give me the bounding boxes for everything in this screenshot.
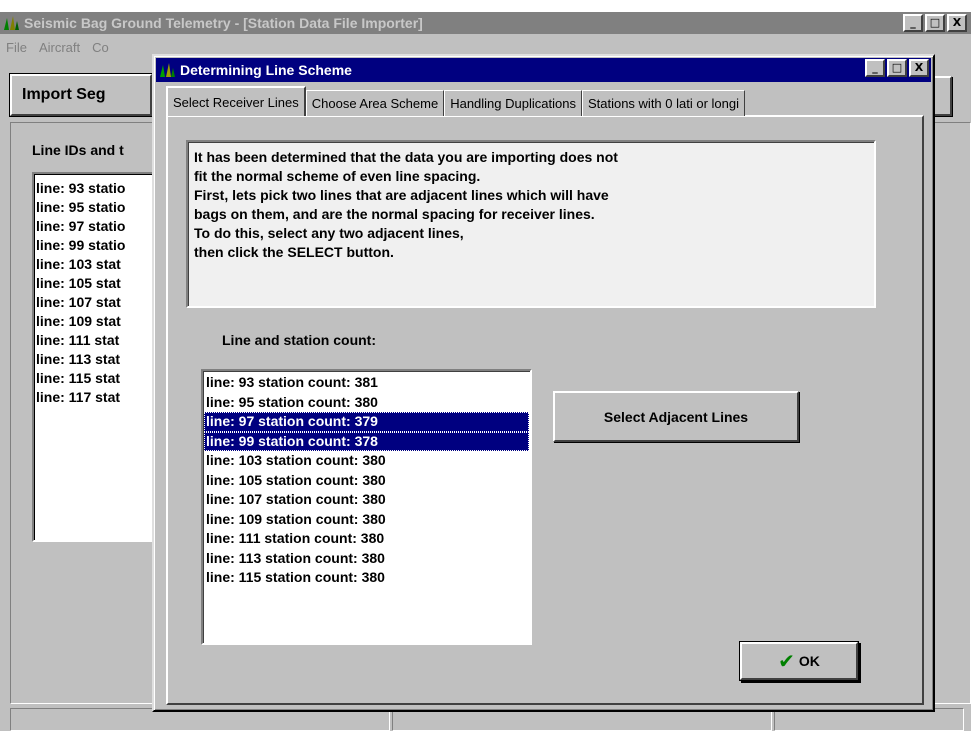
list-item[interactable]: line: 115 stat [34, 369, 160, 388]
tab-stations-zero-lat-long[interactable]: Stations with 0 lati or longi [581, 90, 745, 116]
instruction-line: fit the normal scheme of even line spaci… [194, 168, 481, 184]
list-item-selected[interactable]: line: 97 station count: 379 [204, 412, 529, 432]
list-item[interactable]: line: 93 station count: 381 [204, 373, 529, 393]
list-item[interactable]: line: 93 statio [34, 179, 160, 198]
ok-label: OK [798, 653, 820, 669]
tab-select-receiver-lines[interactable]: Select Receiver Lines [166, 86, 306, 116]
dialog-window-controls: _ □ X [863, 59, 929, 77]
list-item[interactable]: line: 107 station count: 380 [204, 490, 529, 510]
list-item[interactable]: line: 111 station count: 380 [204, 529, 529, 549]
list-item[interactable]: line: 95 station count: 380 [204, 393, 529, 413]
list-item[interactable]: line: 113 station count: 380 [204, 549, 529, 569]
close-button[interactable]: X [947, 14, 967, 32]
instructions-text: It has been determined that the data you… [186, 140, 876, 308]
instruction-line: It has been determined that the data you… [194, 149, 618, 165]
list-item[interactable]: line: 109 stat [34, 312, 160, 331]
list-item[interactable]: line: 115 station count: 380 [204, 568, 529, 588]
list-item[interactable]: line: 103 stat [34, 255, 160, 274]
dialog-close-button[interactable]: X [909, 59, 929, 77]
list-item[interactable]: line: 95 statio [34, 198, 160, 217]
list-item[interactable]: line: 97 statio [34, 217, 160, 236]
dialog-title: Determining Line Scheme [180, 62, 352, 78]
list-item[interactable]: line: 99 statio [34, 236, 160, 255]
tab-choose-area-scheme[interactable]: Choose Area Scheme [305, 90, 445, 116]
list-item[interactable]: line: 117 stat [34, 388, 160, 407]
app-icon [2, 14, 20, 32]
import-seg-button[interactable]: Import Seg [10, 74, 152, 116]
list-item[interactable]: line: 109 station count: 380 [204, 510, 529, 530]
line-station-count-list[interactable]: line: 93 station count: 381 line: 95 sta… [201, 369, 532, 645]
line-ids-label: Line IDs and t [32, 142, 124, 158]
ok-button[interactable]: ✔ OK [740, 642, 858, 680]
list-item[interactable]: line: 103 station count: 380 [204, 451, 529, 471]
select-adjacent-lines-button[interactable]: Select Adjacent Lines [553, 391, 799, 442]
tab-handling-duplications[interactable]: Handling Duplications [444, 90, 582, 116]
dialog-minimize-button[interactable]: _ [865, 59, 885, 77]
instruction-line: then click the SELECT button. [194, 244, 394, 260]
line-ids-list[interactable]: line: 93 statio line: 95 statio line: 97… [32, 172, 162, 542]
list-item[interactable]: line: 105 stat [34, 274, 160, 293]
maximize-button[interactable]: □ [925, 14, 945, 32]
checkmark-icon: ✔ [778, 649, 795, 673]
list-item[interactable]: line: 111 stat [34, 331, 160, 350]
instruction-line: bags on them, and are the normal spacing… [194, 206, 595, 222]
main-title-bar[interactable]: Seismic Bag Ground Telemetry - [Station … [0, 12, 971, 34]
main-window-controls: _ □ X [901, 14, 967, 32]
line-station-count-label: Line and station count: [222, 332, 376, 348]
dialog-maximize-button[interactable]: □ [887, 59, 907, 77]
instruction-line: To do this, select any two adjacent line… [194, 225, 464, 241]
dialog-title-bar[interactable]: Determining Line Scheme [156, 58, 931, 82]
menu-co[interactable]: Co [86, 40, 115, 55]
tab-strip: Select Receiver Lines Choose Area Scheme… [166, 86, 745, 116]
menu-aircraft[interactable]: Aircraft [33, 40, 86, 55]
top-strip [0, 0, 971, 12]
list-item-selected[interactable]: line: 99 station count: 378 [204, 431, 529, 451]
menu-bar: File Aircraft Co [0, 36, 115, 58]
list-item[interactable]: line: 113 stat [34, 350, 160, 369]
minimize-button[interactable]: _ [903, 14, 923, 32]
list-item[interactable]: line: 105 station count: 380 [204, 471, 529, 491]
main-window-title: Seismic Bag Ground Telemetry - [Station … [24, 15, 423, 31]
instruction-line: First, lets pick two lines that are adja… [194, 187, 609, 203]
menu-file[interactable]: File [0, 40, 33, 55]
dialog-app-icon [158, 61, 176, 79]
list-item[interactable]: line: 107 stat [34, 293, 160, 312]
